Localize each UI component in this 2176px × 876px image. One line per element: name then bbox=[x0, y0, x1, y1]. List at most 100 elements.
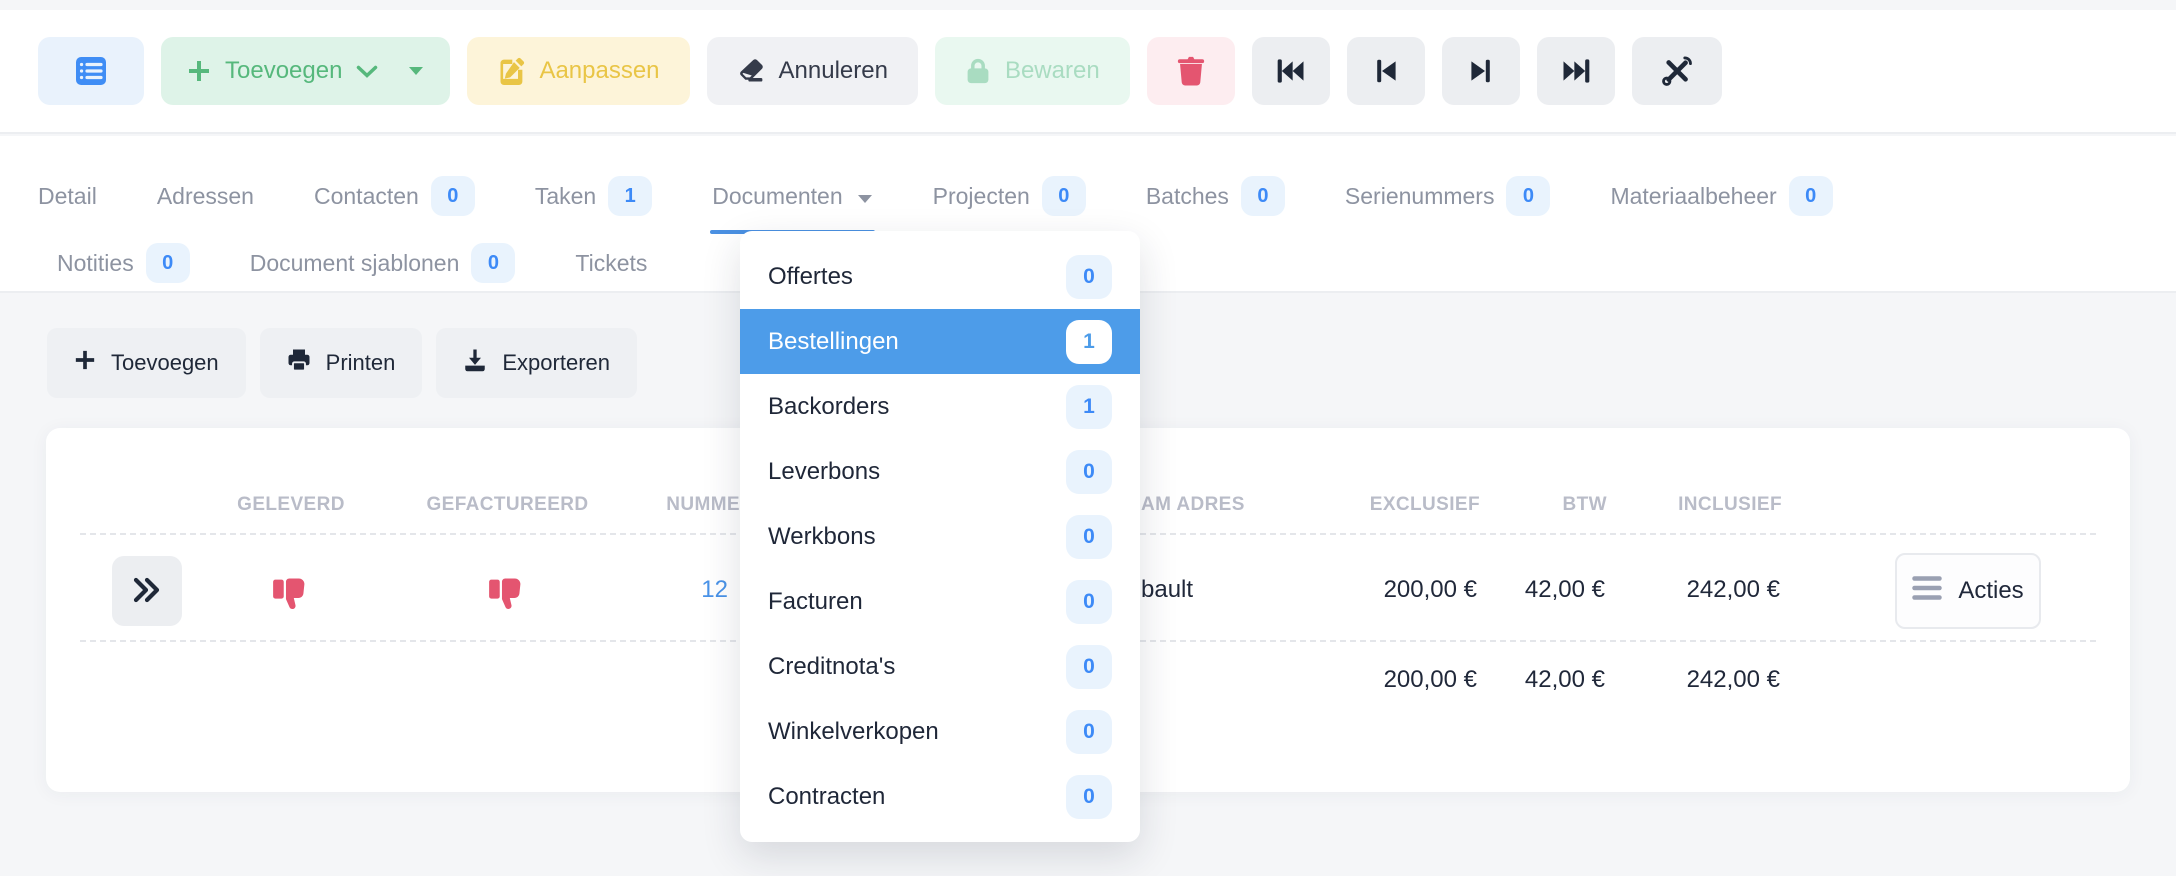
skip-first-button[interactable] bbox=[1251, 37, 1330, 105]
tab-count-badge: 1 bbox=[608, 176, 653, 216]
tab-materiaalbeheer[interactable]: Materiaalbeheer 0 bbox=[1610, 174, 1833, 218]
menu-item-leverbons[interactable]: Leverbons 0 bbox=[740, 439, 1140, 504]
col-header-btw: BTW bbox=[1562, 494, 1607, 515]
tab-count-badge: 0 bbox=[1506, 176, 1551, 216]
tab-adressen[interactable]: Adressen bbox=[157, 174, 254, 218]
menu-item-label: Leverbons bbox=[768, 457, 881, 485]
tabs-row-2: Notities 0 Document sjablonen 0 Tickets bbox=[57, 241, 647, 285]
tabs-row-1: Detail Adressen Contacten 0 Taken 1 Docu… bbox=[38, 174, 1833, 234]
tab-label: Document sjablonen bbox=[249, 249, 460, 276]
menu-item-label: Offertes bbox=[768, 262, 853, 290]
previous-record-button[interactable] bbox=[1346, 37, 1425, 105]
trash-icon bbox=[1177, 56, 1205, 86]
list-toevoegen-button[interactable]: Toevoegen bbox=[47, 328, 246, 398]
menu-item-backorders[interactable]: Backorders 1 bbox=[740, 374, 1140, 439]
tab-label: Batches bbox=[1145, 182, 1229, 209]
acties-label: Acties bbox=[1958, 577, 2024, 604]
menu-item-label: Winkelverkopen bbox=[768, 717, 939, 745]
tab-count-badge: 0 bbox=[1041, 176, 1086, 216]
menu-item-label: Facturen bbox=[768, 587, 863, 615]
menu-item-creditnotas[interactable]: Creditnota's 0 bbox=[740, 634, 1140, 699]
menu-item-bestellingen[interactable]: Bestellingen 1 bbox=[740, 309, 1140, 374]
geleverd-thumbs-down-icon bbox=[272, 574, 310, 612]
page: Toevoegen Aanpassen Annuleren Bewaren De… bbox=[0, 0, 2176, 876]
acties-button[interactable]: Acties bbox=[1895, 553, 2041, 629]
menu-item-facturen[interactable]: Facturen 0 bbox=[740, 569, 1140, 634]
aanpassen-button[interactable]: Aanpassen bbox=[467, 37, 690, 105]
expand-row-button[interactable] bbox=[112, 556, 182, 626]
total-exclusief: 200,00 € bbox=[1383, 666, 1477, 693]
tab-label: Serienummers bbox=[1344, 182, 1495, 209]
menu-item-offertes[interactable]: Offertes 0 bbox=[740, 244, 1140, 309]
tab-tickets[interactable]: Tickets bbox=[575, 241, 647, 285]
tools-icon bbox=[1660, 54, 1694, 88]
annuleren-label: Annuleren bbox=[778, 57, 888, 84]
menu-item-werkbons[interactable]: Werkbons 0 bbox=[740, 504, 1140, 569]
tab-projecten[interactable]: Projecten 0 bbox=[933, 174, 1086, 218]
tab-taken[interactable]: Taken 1 bbox=[534, 174, 653, 218]
col-header-gefactureerd: GEFACTUREERD bbox=[426, 494, 589, 515]
step-back-icon bbox=[1374, 57, 1398, 85]
main-toolbar: Toevoegen Aanpassen Annuleren Bewaren bbox=[0, 10, 2176, 134]
documenten-dropdown-menu: Offertes 0 Bestellingen 1 Backorders 1 L… bbox=[740, 231, 1140, 842]
tab-detail[interactable]: Detail bbox=[38, 174, 97, 218]
menu-count-badge: 0 bbox=[1066, 579, 1112, 624]
chevron-down-icon bbox=[356, 65, 378, 78]
col-header-inclusief: INCLUSIEF bbox=[1678, 494, 1782, 515]
menu-item-winkelverkopen[interactable]: Winkelverkopen 0 bbox=[740, 699, 1140, 764]
list-toevoegen-label: Toevoegen bbox=[111, 350, 219, 375]
col-header-naam-adres: AM ADRES bbox=[1141, 494, 1245, 515]
tab-notities[interactable]: Notities 0 bbox=[57, 241, 190, 285]
tab-document-sjablonen[interactable]: Document sjablonen 0 bbox=[250, 241, 516, 285]
menu-item-contracten[interactable]: Contracten 0 bbox=[740, 764, 1140, 829]
printer-icon bbox=[287, 348, 311, 378]
tools-button[interactable] bbox=[1631, 37, 1722, 105]
col-header-nummer: NUMME bbox=[666, 494, 740, 515]
menu-item-label: Creditnota's bbox=[768, 652, 896, 680]
menu-count-badge: 0 bbox=[1066, 774, 1112, 819]
step-forward-icon bbox=[1469, 57, 1493, 85]
plus-icon bbox=[187, 59, 211, 83]
tab-count-badge: 0 bbox=[430, 176, 475, 216]
table-list-button[interactable] bbox=[38, 37, 144, 105]
row-btw: 42,00 € bbox=[1524, 576, 1605, 603]
tab-label: Taken bbox=[534, 182, 597, 209]
menu-item-label: Werkbons bbox=[768, 522, 876, 550]
tab-label: Notities bbox=[57, 249, 134, 276]
col-header-geleverd: GELEVERD bbox=[237, 494, 345, 515]
tab-batches[interactable]: Batches 0 bbox=[1146, 174, 1285, 218]
download-icon bbox=[463, 348, 487, 378]
tab-label: Detail bbox=[38, 182, 97, 209]
printen-label: Printen bbox=[325, 350, 396, 375]
tab-contacten[interactable]: Contacten 0 bbox=[314, 174, 475, 218]
annuleren-button[interactable]: Annuleren bbox=[706, 37, 918, 105]
bewaren-label: Bewaren bbox=[1004, 57, 1100, 84]
exporteren-label: Exporteren bbox=[502, 350, 610, 375]
toevoegen-button[interactable]: Toevoegen bbox=[161, 37, 451, 105]
tab-label: Documenten bbox=[712, 182, 843, 209]
menu-count-badge: 0 bbox=[1066, 644, 1112, 689]
delete-button[interactable] bbox=[1146, 37, 1235, 105]
caret-down-icon bbox=[408, 66, 424, 76]
tab-serienummers[interactable]: Serienummers 0 bbox=[1345, 174, 1551, 218]
skip-last-button[interactable] bbox=[1536, 37, 1615, 105]
skip-first-icon bbox=[1276, 57, 1306, 85]
printen-button[interactable]: Printen bbox=[259, 328, 423, 398]
total-btw: 42,00 € bbox=[1524, 666, 1605, 693]
gefactureerd-thumbs-down-icon bbox=[488, 574, 526, 612]
tab-label: Tickets bbox=[575, 249, 648, 276]
row-exclusief: 200,00 € bbox=[1383, 576, 1477, 603]
next-record-button[interactable] bbox=[1441, 37, 1520, 105]
exporteren-button[interactable]: Exporteren bbox=[436, 328, 637, 398]
tab-label: Adressen bbox=[156, 182, 254, 209]
toevoegen-label: Toevoegen bbox=[225, 57, 343, 84]
tab-label: Projecten bbox=[932, 182, 1030, 209]
col-header-exclusief: EXCLUSIEF bbox=[1369, 494, 1480, 515]
row-nummer-link[interactable]: 12 bbox=[701, 576, 728, 604]
menu-item-label: Bestellingen bbox=[768, 327, 899, 355]
skip-last-icon bbox=[1561, 57, 1591, 85]
eraser-icon bbox=[737, 57, 765, 85]
bewaren-button[interactable]: Bewaren bbox=[934, 37, 1130, 105]
menu-count-badge: 0 bbox=[1066, 449, 1112, 494]
tab-documenten[interactable]: Documenten bbox=[710, 174, 876, 234]
